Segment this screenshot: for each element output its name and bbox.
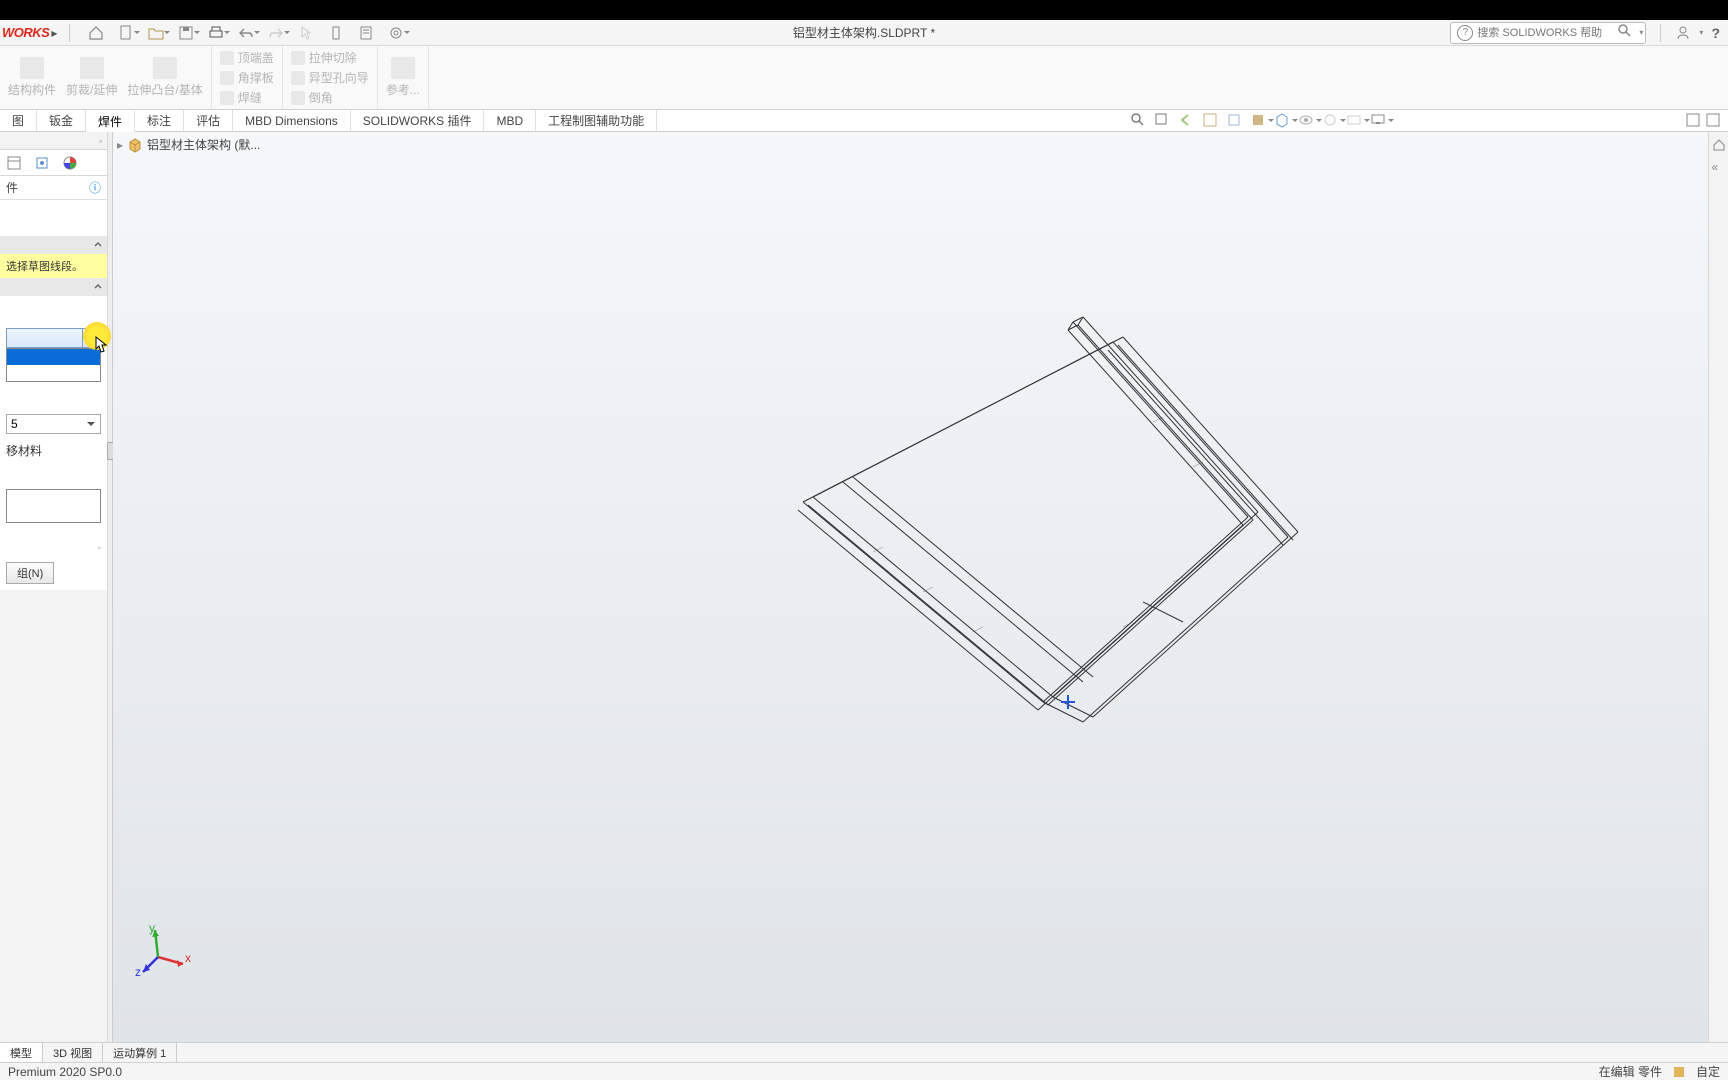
structural-member-button: 结构构件 (8, 57, 56, 98)
help-icon: ? (1457, 25, 1473, 41)
appearance-icon[interactable] (1322, 112, 1340, 130)
search-icon[interactable] (1617, 23, 1637, 43)
command-tab-strip: 图 钣金 焊件 标注 评估 MBD Dimensions SOLIDWORKS … (0, 110, 1728, 132)
extruded-cut-button: 拉伸切除 (291, 49, 369, 67)
solidworks-logo: WORKS (2, 25, 49, 40)
svg-text:x: x (185, 951, 191, 965)
collapse-right-icon[interactable] (1706, 113, 1724, 131)
hide-show-icon[interactable] (1298, 112, 1316, 130)
weld-bead-button: 焊缝 (220, 89, 274, 107)
dropdown-item-selected[interactable] (7, 349, 100, 365)
dynamic-annot-icon[interactable] (1226, 112, 1244, 130)
document-title: 铝型材主体架构.SLDPRT * (793, 24, 935, 41)
save-icon[interactable] (178, 25, 194, 41)
hole-wizard-button: 异型孔向导 (291, 69, 369, 87)
section-toggle-2[interactable] (0, 278, 107, 296)
end-cap-button: 顶端盖 (220, 49, 274, 67)
select-icon[interactable] (298, 25, 314, 41)
ribbon: 结构构件 剪裁/延伸 拉伸凸台/基体 顶端盖 角撑板 焊缝 拉伸切除 异型孔向导… (0, 46, 1728, 110)
zoom-fit-icon[interactable] (1130, 112, 1148, 130)
zoom-area-icon[interactable] (1154, 112, 1172, 130)
gusset-button: 角撑板 (220, 69, 274, 87)
tab-sheetmetal[interactable]: 钣金 (37, 110, 86, 131)
motion-study-tab[interactable]: 运动算例 1 (103, 1043, 177, 1062)
new-group-button[interactable]: 组(N) (6, 562, 54, 584)
search-input[interactable] (1477, 27, 1617, 39)
panel-title: 件 ⓘ (0, 176, 107, 200)
config-manager-tab[interactable] (60, 153, 80, 173)
property-manager-tab[interactable] (32, 153, 52, 173)
help-search-box[interactable]: ? ▾ (1450, 22, 1646, 44)
tab-mbd[interactable]: MBD (484, 110, 536, 131)
reference-button: 参考... (386, 57, 420, 98)
redo-icon[interactable] (268, 25, 284, 41)
section-view-icon[interactable] (1202, 112, 1220, 130)
tab-sketch[interactable]: 图 (0, 110, 37, 131)
task-expand-icon[interactable]: « (1712, 160, 1726, 174)
tab-mbd-dimensions[interactable]: MBD Dimensions (233, 110, 351, 131)
tab-annotation[interactable]: 标注 (135, 110, 184, 131)
view-orient-icon[interactable] (1250, 112, 1268, 130)
undo-icon[interactable] (238, 25, 254, 41)
version-label: Premium 2020 SP0.0 (8, 1065, 122, 1079)
status-bar: Premium 2020 SP0.0 在编辑 零件 自定 (0, 1062, 1728, 1080)
viewport-screen-icon[interactable] (1370, 112, 1388, 130)
previous-view-icon[interactable] (1178, 112, 1196, 130)
task-pane-strip: « (1708, 132, 1728, 1042)
model-tab[interactable]: 模型 (0, 1043, 43, 1062)
hint-text: 选择草图线段。 (0, 254, 107, 278)
display-style-icon[interactable] (1274, 112, 1292, 130)
scene-icon[interactable] (1346, 112, 1364, 130)
model-geometry[interactable] (673, 302, 1373, 802)
rebuild-icon[interactable] (328, 25, 344, 41)
part-icon (127, 137, 143, 153)
tab-evaluate[interactable]: 评估 (184, 110, 233, 131)
status-icon (1672, 1065, 1686, 1079)
panel-pin-icon[interactable]: ◦ (99, 134, 103, 148)
menu-expand-arrow[interactable]: ▸ (51, 26, 61, 40)
tree-expand-icon[interactable]: ▸ (117, 138, 123, 152)
heads-up-toolbar (1130, 112, 1388, 130)
extrude-boss-button: 拉伸凸台/基体 (127, 57, 202, 98)
title-bar: WORKS ▸ 铝型材主体架构.SLDPRT * ? ▾ ▾ ? (0, 20, 1728, 46)
tab-drawing-aux[interactable]: 工程制图辅助功能 (536, 110, 657, 131)
section-toggle-1[interactable] (0, 236, 107, 254)
property-manager-panel: ◦ 件 ⓘ 选择草图线段。 (0, 132, 108, 1042)
doc-props-icon[interactable] (358, 25, 374, 41)
edit-mode-label: 在编辑 零件 (1599, 1063, 1662, 1080)
groups-listbox[interactable] (6, 489, 101, 523)
dropdown-item[interactable] (7, 365, 100, 381)
custom-label: 自定 (1696, 1063, 1720, 1080)
mouse-cursor-icon (95, 336, 109, 354)
dropdown-list-open[interactable] (6, 348, 101, 382)
3d-view-tab[interactable]: 3D 视图 (43, 1043, 103, 1062)
orientation-triad[interactable]: x y z (133, 922, 193, 982)
svg-text:z: z (135, 965, 141, 979)
tab-sw-addins[interactable]: SOLIDWORKS 插件 (351, 110, 485, 131)
options-gear-icon[interactable] (388, 25, 404, 41)
flyout-root-label: 铝型材主体架构 (默... (147, 136, 260, 153)
home-icon[interactable] (88, 25, 104, 41)
tab-weldments[interactable]: 焊件 (86, 110, 135, 132)
help-question-icon[interactable]: ? (1711, 25, 1720, 41)
flyout-feature-tree[interactable]: ▸ 铝型材主体架构 (默... (117, 136, 260, 153)
model-tab-bar: 模型 3D 视图 运动算例 1 (0, 1042, 1728, 1062)
task-home-icon[interactable] (1712, 138, 1726, 152)
feature-manager-tab[interactable] (4, 153, 24, 173)
new-doc-icon[interactable] (118, 25, 134, 41)
chamfer-button: 倒角 (291, 89, 369, 107)
user-icon[interactable] (1675, 25, 1691, 41)
panel-help-icon[interactable]: ⓘ (89, 179, 101, 196)
print-icon[interactable] (208, 25, 224, 41)
type-dropdown[interactable]: 5 (6, 414, 101, 434)
transfer-material-checkbox[interactable]: 移材料 (6, 442, 101, 459)
expand-right-icon[interactable] (1686, 113, 1704, 131)
graphics-viewport[interactable]: ▸ 铝型材主体架构 (默... (113, 132, 1708, 1042)
trim-extend-button: 剪裁/延伸 (66, 57, 117, 98)
open-doc-icon[interactable] (148, 25, 164, 41)
svg-text:y: y (149, 922, 155, 935)
